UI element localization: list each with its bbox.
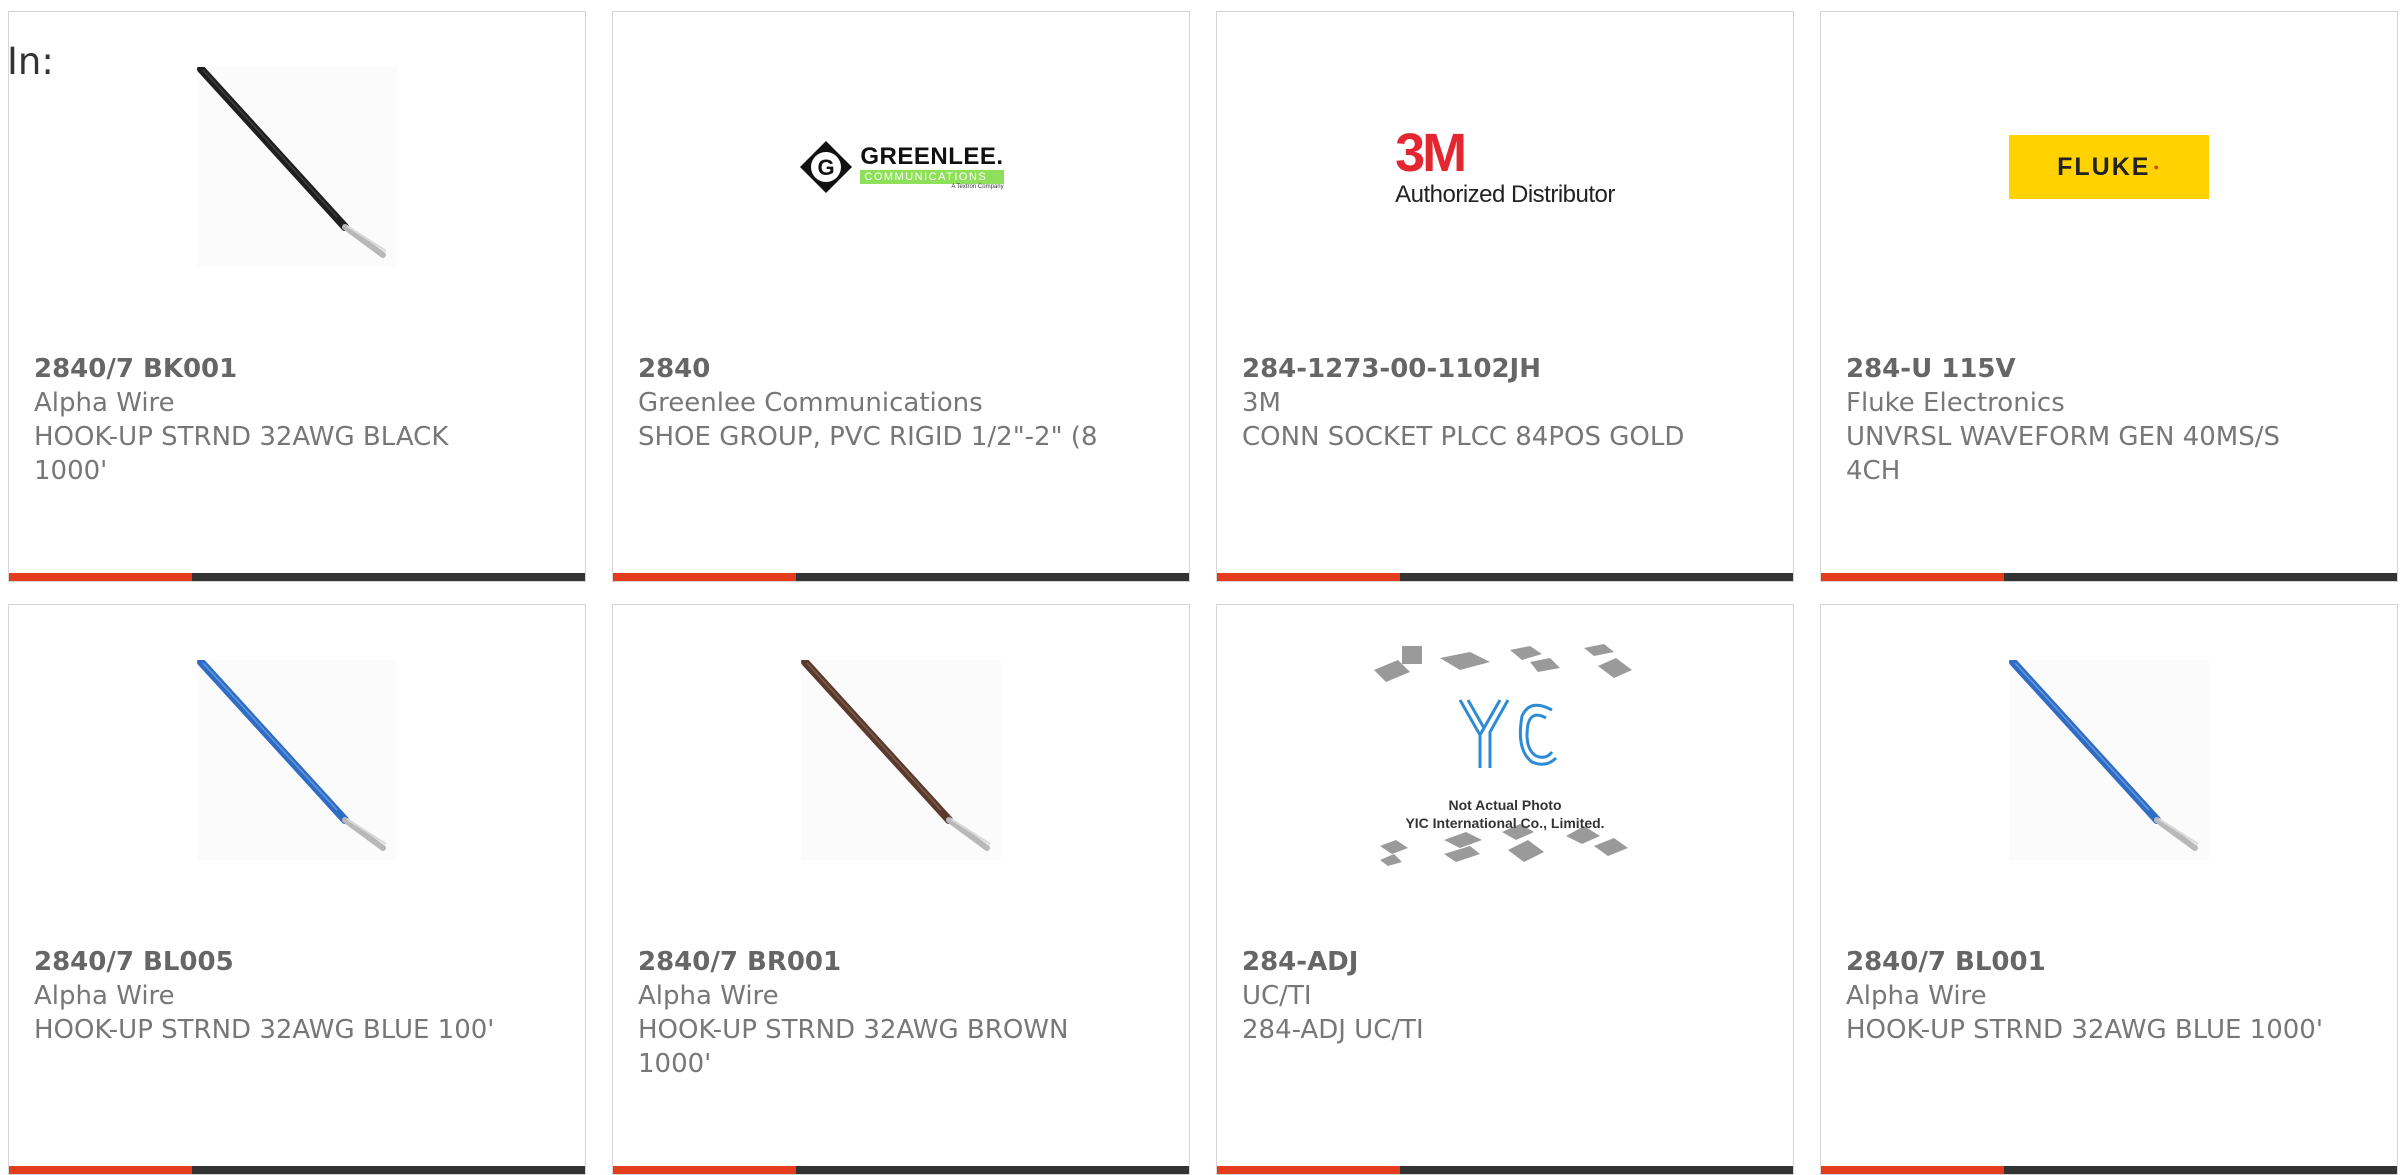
- product-card[interactable]: G GREENLEE. COMMUNICATIONS A Textron Com…: [612, 11, 1190, 582]
- card-bar: [613, 1166, 1189, 1174]
- part-number[interactable]: 284-1273-00-1102JH: [1242, 352, 1722, 386]
- product-card[interactable]: 2840/7 BR001 Alpha Wire HOOK-UP STRND 32…: [612, 604, 1190, 1175]
- greenlee-name: GREENLEE.: [860, 143, 1004, 170]
- description: CONN SOCKET PLCC 84POS GOLD: [1242, 422, 1685, 452]
- card-bar: [9, 1166, 585, 1174]
- product-card[interactable]: Not Actual Photo YIC International Co., …: [1216, 604, 1794, 1175]
- description: HOOK-UP STRND 32AWG BLUE 100': [34, 1015, 495, 1045]
- card-bar: [1821, 1166, 2397, 1174]
- greenlee-sub: COMMUNICATIONS: [860, 170, 1004, 184]
- part-number[interactable]: 284-U 115V: [1846, 352, 2326, 386]
- manufacturer: 3M: [1242, 388, 1281, 418]
- manufacturer: Alpha Wire: [638, 981, 779, 1011]
- product-card[interactable]: FLUKE ● 284-U 115V Fluke Electronics UNV…: [1820, 11, 2398, 582]
- 3m-mark: 3M: [1395, 123, 1467, 183]
- product-info: 2840 Greenlee Communications SHOE GROUP,…: [638, 352, 1118, 454]
- description: HOOK-UP STRND 32AWG BLACK 1000': [34, 422, 449, 486]
- product-image[interactable]: Not Actual Photo YIC International Co., …: [1217, 640, 1793, 880]
- part-number[interactable]: 2840/7 BK001: [34, 352, 514, 386]
- product-info: 2840/7 BR001 Alpha Wire HOOK-UP STRND 32…: [638, 945, 1118, 1081]
- description: UNVRSL WAVEFORM GEN 40MS/S 4CH: [1846, 422, 2280, 486]
- manufacturer: UC/TI: [1242, 981, 1312, 1011]
- product-info: 284-U 115V Fluke Electronics UNVRSL WAVE…: [1846, 352, 2326, 488]
- svg-text:G: G: [818, 155, 835, 180]
- wire-blue-icon: [2009, 660, 2209, 860]
- card-bar-accent: [613, 1166, 796, 1174]
- product-card[interactable]: 3M Authorized Distributor 284-1273-00-11…: [1216, 11, 1794, 582]
- wire-black-icon: [197, 67, 397, 267]
- product-card[interactable]: 2840/7 BK001 Alpha Wire HOOK-UP STRND 32…: [8, 11, 586, 582]
- description: HOOK-UP STRND 32AWG BLUE 1000': [1846, 1015, 2323, 1045]
- product-info: 284-1273-00-1102JH 3M CONN SOCKET PLCC 8…: [1242, 352, 1722, 454]
- description: 284-ADJ UC/TI: [1242, 1015, 1424, 1045]
- card-bar-accent: [9, 573, 192, 581]
- product-image[interactable]: [613, 640, 1189, 880]
- product-grid: 2840/7 BK001 Alpha Wire HOOK-UP STRND 32…: [8, 11, 2400, 1175]
- product-info: 2840/7 BL001 Alpha Wire HOOK-UP STRND 32…: [1846, 945, 2326, 1047]
- fluke-dot: ●: [2153, 162, 2161, 172]
- part-number[interactable]: 2840/7 BL001: [1846, 945, 2326, 979]
- greenlee-tag: A Textron Company: [951, 184, 1004, 190]
- card-bar-accent: [1821, 573, 2004, 581]
- card-bar-accent: [613, 573, 796, 581]
- description: HOOK-UP STRND 32AWG BROWN 1000': [638, 1015, 1069, 1079]
- product-info: 2840/7 BL005 Alpha Wire HOOK-UP STRND 32…: [34, 945, 514, 1047]
- product-image[interactable]: [9, 640, 585, 880]
- description: SHOE GROUP, PVC RIGID 1/2"-2" (8: [638, 422, 1098, 452]
- card-bar-accent: [1821, 1166, 2004, 1174]
- product-image[interactable]: G GREENLEE. COMMUNICATIONS A Textron Com…: [613, 47, 1189, 287]
- card-bar-accent: [1217, 573, 1400, 581]
- manufacturer: Fluke Electronics: [1846, 388, 2065, 418]
- product-image[interactable]: 3M Authorized Distributor: [1217, 47, 1793, 287]
- wire-brown-icon: [801, 660, 1001, 860]
- card-bar-accent: [1217, 1166, 1400, 1174]
- product-card[interactable]: 2840/7 BL005 Alpha Wire HOOK-UP STRND 32…: [8, 604, 586, 1175]
- manufacturer: Greenlee Communications: [638, 388, 983, 418]
- wire-blue-icon: [197, 660, 397, 860]
- part-number[interactable]: 2840/7 BL005: [34, 945, 514, 979]
- manufacturer: Alpha Wire: [34, 388, 175, 418]
- card-bar-accent: [9, 1166, 192, 1174]
- yic-caption: Not Actual Photo YIC International Co., …: [1370, 796, 1640, 832]
- product-info: 284-ADJ UC/TI 284-ADJ UC/TI: [1242, 945, 1722, 1047]
- product-card[interactable]: 2840/7 BL001 Alpha Wire HOOK-UP STRND 32…: [1820, 604, 2398, 1175]
- card-bar: [1821, 573, 2397, 581]
- greenlee-logo: G GREENLEE. COMMUNICATIONS A Textron Com…: [798, 139, 1004, 195]
- card-bar: [613, 573, 1189, 581]
- part-number[interactable]: 2840: [638, 352, 1118, 386]
- yic-line1: Not Actual Photo: [1448, 797, 1562, 813]
- card-bar: [1217, 1166, 1793, 1174]
- 3m-sub: Authorized Distributor: [1395, 181, 1615, 208]
- in-label: In:: [7, 40, 54, 83]
- manufacturer: Alpha Wire: [1846, 981, 1987, 1011]
- product-image[interactable]: [9, 47, 585, 287]
- product-info: 2840/7 BK001 Alpha Wire HOOK-UP STRND 32…: [34, 352, 514, 488]
- yic-placeholder: Not Actual Photo YIC International Co., …: [1370, 640, 1640, 880]
- part-number[interactable]: 2840/7 BR001: [638, 945, 1118, 979]
- product-image[interactable]: [1821, 640, 2397, 880]
- chips-icon: [1374, 644, 1632, 866]
- card-bar: [9, 573, 585, 581]
- manufacturer: Alpha Wire: [34, 981, 175, 1011]
- fluke-logo: FLUKE ●: [2009, 135, 2209, 199]
- fluke-mark: FLUKE: [2057, 152, 2151, 181]
- 3m-logo: 3M Authorized Distributor: [1395, 125, 1615, 209]
- part-number[interactable]: 284-ADJ: [1242, 945, 1722, 979]
- product-image[interactable]: FLUKE ●: [1821, 47, 2397, 287]
- card-bar: [1217, 573, 1793, 581]
- greenlee-g-icon: G: [800, 141, 853, 193]
- yic-line2: YIC International Co., Limited.: [1405, 815, 1605, 831]
